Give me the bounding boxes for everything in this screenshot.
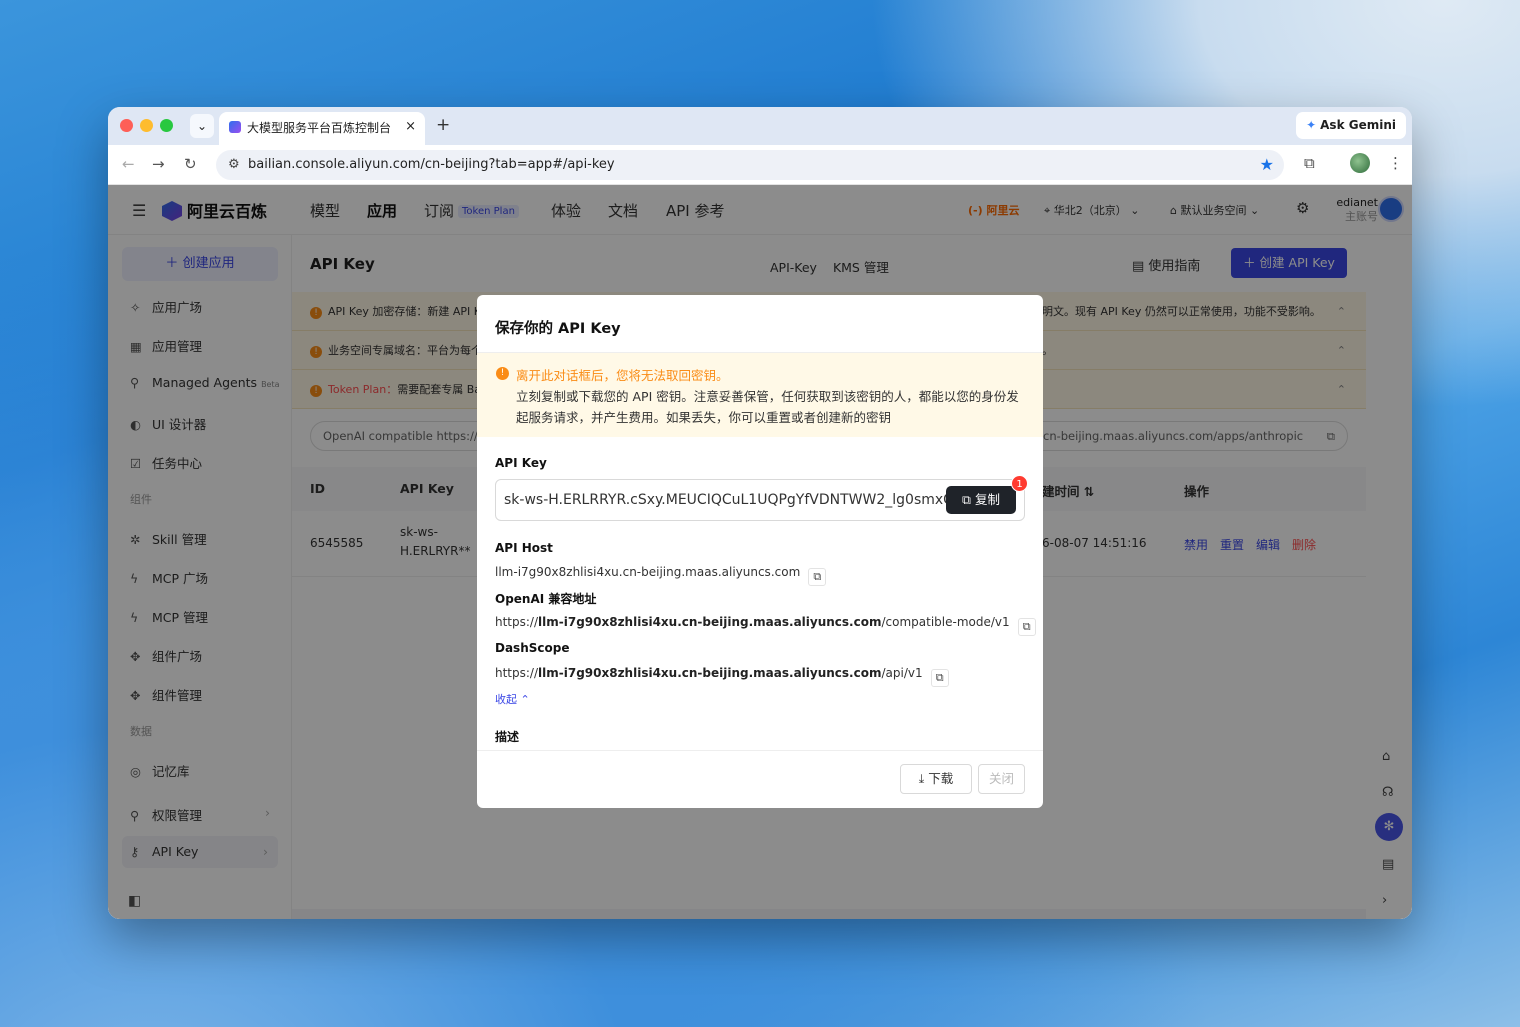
new-tab-button[interactable]: + [436,115,450,135]
description-label: 描述 [495,730,520,744]
browser-window: ⌄ 大模型服务平台百炼控制台 × + ✦ Ask Gemini ← → ↻ ⚙ b… [108,107,1412,919]
zoom-window-button[interactable] [160,119,173,132]
collapse-label: 收起 [495,693,517,706]
dash-host: llm-i7g90x8zhlisi4xu.cn-beijing.maas.ali… [538,666,882,680]
dash-suffix: /api/v1 [881,666,923,680]
browser-tab[interactable]: 大模型服务平台百炼控制台 × [219,112,425,145]
download-button[interactable]: ⤓ 下载 [900,764,972,794]
browser-menu-icon[interactable]: ⋮ [1388,154,1403,172]
gemini-icon: ✦ [1306,118,1317,132]
modal-warning: ! 离开此对话框后，您将无法取回密钥。 立刻复制或下载您的 API 密钥。注意妥… [477,352,1043,437]
copy-icon[interactable]: ⧉ [808,568,827,586]
reload-icon[interactable]: ↻ [184,155,197,173]
notification-badge: 1 [1011,475,1028,492]
dash-prefix: https:// [495,666,539,680]
warning-line-1: 立刻复制或下载您的 API 密钥。注意妥善保管，任何获取到该密钥的人，都能以您的… [516,389,1019,404]
close-window-button[interactable] [120,119,133,132]
tab-title: 大模型服务平台百炼控制台 [247,121,392,135]
url-text: bailian.console.aliyun.com/cn-beijing?ta… [248,157,615,172]
site-settings-icon[interactable]: ⚙ [228,150,240,180]
minimize-window-button[interactable] [140,119,153,132]
api-host-value: llm-i7g90x8zhlisi4xu.cn-beijing.maas.ali… [495,565,827,586]
copy-icon[interactable]: ⧉ [1017,618,1036,636]
collapse-link[interactable]: 收起 ⌃ [495,691,530,707]
openai-prefix: https:// [495,615,539,629]
bookmark-star-icon[interactable]: ★ [1260,150,1274,180]
forward-icon[interactable]: → [152,155,165,173]
copy-icon[interactable]: ⧉ [930,669,949,687]
tab-close-icon[interactable]: × [405,119,416,134]
ask-gemini-button[interactable]: ✦ Ask Gemini [1296,112,1406,139]
warning-line-2: 起服务请求，并产生费用。如果丢失，你可以重置或者创建新的密钥 [516,410,892,425]
openai-label: OpenAI 兼容地址 [495,592,597,606]
download-label: 下载 [928,771,954,786]
chevron-up-icon: ⌃ [520,693,530,706]
app-area: ☰ 阿里云百炼 模型 应用 订阅 Token Plan 体验 文档 API 参考 … [108,185,1412,919]
tab-bar: ⌄ 大模型服务平台百炼控制台 × + ✦ Ask Gemini [108,107,1412,145]
dashscope-value: https://llm-i7g90x8zhlisi4xu.cn-beijing.… [495,666,949,687]
warning-head: 离开此对话框后，您将无法取回密钥。 [516,368,729,383]
download-icon: ⤓ [918,771,929,786]
back-icon[interactable]: ← [122,155,135,173]
address-bar-row: ← → ↻ ⚙ bailian.console.aliyun.com/cn-be… [108,145,1412,185]
modal-divider [477,750,1043,751]
copy-label: 复制 [974,492,1000,507]
url-field[interactable]: ⚙ bailian.console.aliyun.com/cn-beijing?… [216,150,1284,180]
save-key-modal: 保存你的 API Key ! 离开此对话框后，您将无法取回密钥。 立刻复制或下载… [477,295,1043,808]
api-host-text: llm-i7g90x8zhlisi4xu.cn-beijing.maas.ali… [495,565,801,579]
close-button[interactable]: 关闭 [978,764,1025,794]
openai-value: https://llm-i7g90x8zhlisi4xu.cn-beijing.… [495,615,1036,636]
favicon-icon [229,121,241,133]
modal-title: 保存你的 API Key [495,321,621,337]
api-key-label: API Key [495,456,547,470]
gemini-label: Ask Gemini [1320,118,1396,132]
tab-search-button[interactable]: ⌄ [190,114,214,138]
profile-avatar[interactable] [1350,153,1370,173]
api-host-label: API Host [495,541,553,555]
extensions-icon[interactable]: ⧉ [1304,154,1315,172]
dashscope-label: DashScope [495,641,570,655]
copy-button[interactable]: ⧉ 复制 [946,486,1016,514]
openai-suffix: /compatible-mode/v1 [881,615,1010,629]
copy-icon: ⧉ [962,492,975,507]
openai-host: llm-i7g90x8zhlisi4xu.cn-beijing.maas.ali… [538,615,882,629]
warning-icon: ! [496,367,509,380]
